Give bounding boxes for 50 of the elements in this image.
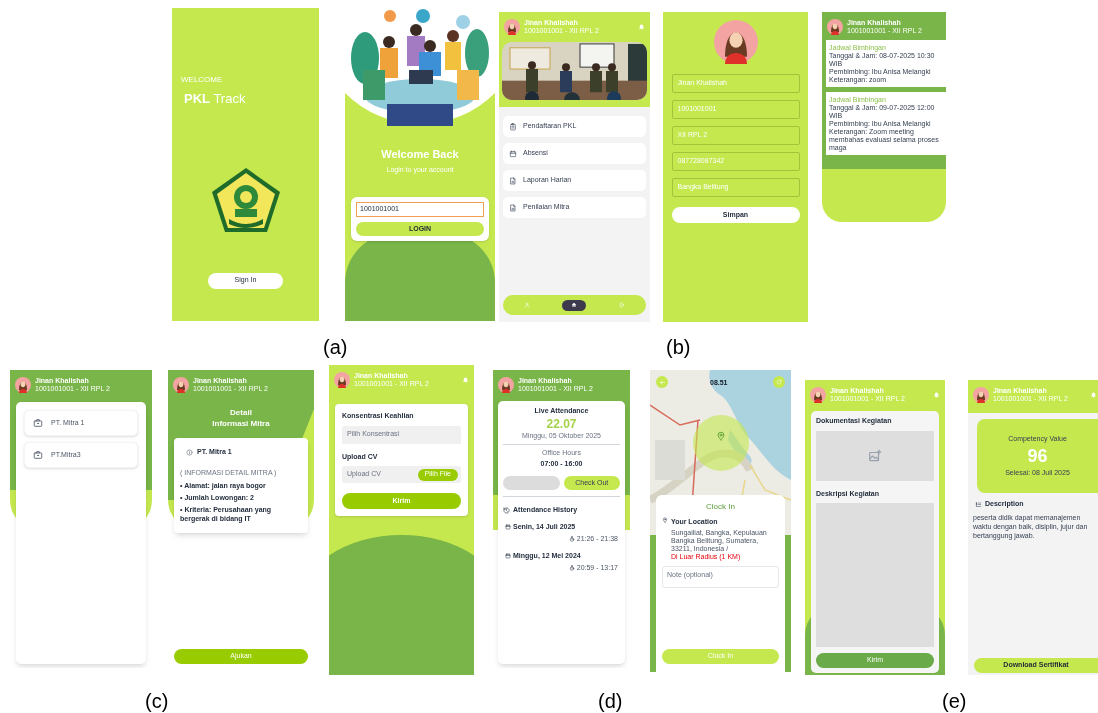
avatar: [973, 387, 989, 403]
location-pin-icon: [716, 430, 726, 442]
briefcase-icon: [33, 450, 43, 460]
figure-caption: (a): [323, 335, 348, 360]
stopwatch-icon: [568, 565, 575, 572]
page-title: Detail: [230, 407, 252, 418]
home-icon: [571, 302, 578, 308]
calendar-icon: [505, 552, 511, 559]
page-title: Informasi Mitra: [212, 418, 270, 429]
avatar: [173, 377, 189, 393]
bell-icon[interactable]: [1090, 391, 1097, 399]
app-title: PKL Track: [184, 90, 247, 108]
calendar-icon: [509, 149, 517, 158]
refresh-icon: [776, 379, 782, 385]
nav-tab[interactable]: [562, 299, 587, 311]
score-value: 96: [1027, 445, 1048, 468]
back-icon: [658, 378, 666, 386]
list-icon: [975, 500, 982, 508]
image-upload-area[interactable]: [816, 430, 934, 481]
clipboard-icon: [509, 122, 517, 131]
document-icon: [509, 203, 517, 212]
bell-icon[interactable]: [638, 23, 645, 31]
history-icon: [503, 506, 510, 514]
briefcase-icon: [33, 418, 43, 428]
sheet-title: Clock In: [705, 501, 736, 513]
avatar: [713, 20, 758, 64]
avatar: [15, 377, 31, 393]
bell-icon[interactable]: [933, 391, 940, 399]
person-icon: [523, 302, 530, 308]
stopwatch-icon: [568, 536, 575, 543]
calendar-icon: [505, 523, 511, 530]
figure-caption: (c): [145, 689, 169, 713]
avatar: [334, 372, 350, 388]
welcome-title: Welcome Back: [380, 147, 460, 162]
bell-icon[interactable]: [462, 376, 469, 384]
greeting-text: WELCOME: [181, 74, 224, 86]
document-icon: [509, 176, 517, 185]
figure-caption: (e): [942, 689, 967, 713]
avatar: [827, 19, 843, 35]
avatar: [504, 19, 520, 35]
info-icon: [186, 448, 193, 456]
avatar: [498, 377, 514, 393]
figure-caption: (b): [666, 335, 691, 360]
clock-time: 22.07: [545, 416, 578, 431]
location-icon: [662, 517, 668, 523]
figure-caption: (d): [598, 689, 623, 713]
logout-icon: [619, 302, 626, 308]
image-add-icon: [868, 448, 882, 463]
avatar: [810, 387, 826, 403]
emblem-logo: [210, 166, 281, 233]
